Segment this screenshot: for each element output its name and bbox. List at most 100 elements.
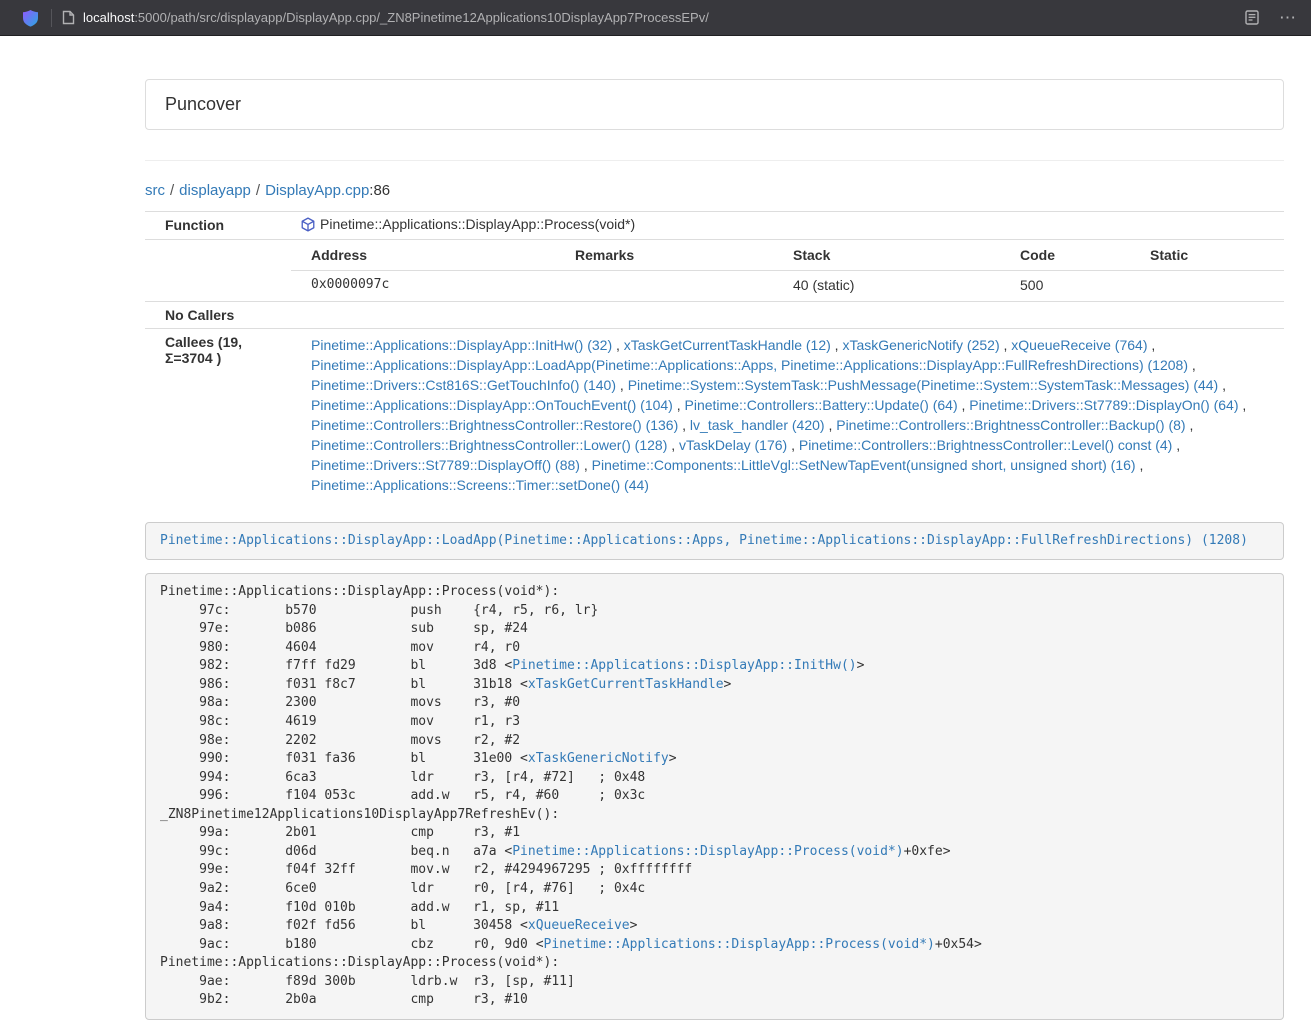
assembly-text: 994: 6ca3 ldr r3, [r4, #72] ; 0x48 [160,770,645,785]
function-name: Pinetime::Applications::DisplayApp::Proc… [320,216,635,232]
metrics-header-row: Address Remarks Stack Code Static [291,240,1284,271]
no-callers-label: No Callers [145,302,291,329]
callee-separator: , [1172,437,1180,453]
assembly-text: 98a: 2300 movs r3, #0 [160,695,520,710]
reader-mode-icon[interactable] [1245,10,1259,25]
callee-link[interactable]: Pinetime::Controllers::Battery::Update()… [685,397,958,413]
callee-link[interactable]: vTaskDelay (176) [679,437,787,453]
col-remarks: Remarks [567,240,785,271]
callee-link[interactable]: lv_task_handler (420) [690,417,825,433]
callee-link[interactable]: Pinetime::Drivers::St7789::DisplayOn() (… [969,397,1238,413]
remarks-value [567,271,785,302]
assembly-text: +0x54> [935,937,982,952]
code-value: 500 [1012,271,1142,302]
callee-separator: , [1239,397,1247,413]
assembly-symbol-link[interactable]: xTaskGetCurrentTaskHandle [528,677,724,692]
assembly-text: 982: f7ff fd29 bl 3d8 < [160,658,512,673]
url-host: localhost [83,10,134,25]
callee-separator: , [1136,457,1144,473]
callee-separator: , [1186,417,1194,433]
assembly-text: 986: f031 f8c7 bl 31b18 < [160,677,528,692]
toolbar-divider [51,9,52,27]
function-label: Function [145,212,291,240]
callee-link[interactable]: Pinetime::Applications::DisplayApp::OnTo… [311,397,673,413]
assembly-text: > [857,658,865,673]
assembly-text: Pinetime::Applications::DisplayApp::Proc… [160,584,559,599]
col-stack: Stack [785,240,1012,271]
assembly-text: 996: f104 053c add.w r5, r4, #60 ; 0x3c [160,788,645,803]
address-value: 0x0000097c [291,271,567,302]
callee-separator: , [787,437,799,453]
callee-link[interactable]: xTaskGetCurrentTaskHandle (12) [624,337,831,353]
highlighted-symbol-box: Pinetime::Applications::DisplayApp::Load… [145,522,1284,560]
callee-link[interactable]: Pinetime::Controllers::BrightnessControl… [311,437,667,453]
assembly-text: +0xfe> [904,844,951,859]
assembly-text: 97c: b570 push {r4, r5, r6, lr} [160,603,598,618]
callee-link[interactable]: xTaskGenericNotify (252) [842,337,999,353]
callee-separator: , [667,437,679,453]
browser-toolbar: localhost:5000/path/src/displayapp/Displ… [0,0,1311,36]
site-identity-page-icon[interactable] [62,10,75,25]
callee-link[interactable]: Pinetime::Applications::DisplayApp::Load… [311,357,1188,373]
col-code: Code [1012,240,1142,271]
callee-link[interactable]: Pinetime::Drivers::Cst816S::GetTouchInfo… [311,377,616,393]
callee-separator: , [678,417,690,433]
assembly-symbol-link[interactable]: Pinetime::Applications::DisplayApp::Init… [512,658,856,673]
callee-link[interactable]: Pinetime::Controllers::BrightnessControl… [799,437,1172,453]
callee-separator: , [1218,377,1226,393]
assembly-text: 9b2: 2b0a cmp r3, #10 [160,992,528,1007]
highlighted-symbol-link[interactable]: Pinetime::Applications::DisplayApp::Load… [160,533,1248,548]
callee-link[interactable]: xQueueReceive (764) [1011,337,1147,353]
callee-separator: , [612,337,624,353]
assembly-text: 99c: d06d beq.n a7a < [160,844,512,859]
assembly-text: 9a2: 6ce0 ldr r0, [r4, #76] ; 0x4c [160,881,645,896]
callee-link[interactable]: Pinetime::Controllers::BrightnessControl… [311,417,678,433]
breadcrumb-line-number: :86 [369,182,390,199]
callee-link[interactable]: Pinetime::Drivers::St7789::DisplayOff() … [311,457,580,473]
static-value [1142,271,1284,302]
assembly-text: 99e: f04f 32ff mov.w r2, #4294967295 ; 0… [160,862,692,877]
callee-link[interactable]: Pinetime::Components::LittleVgl::SetNewT… [592,457,1136,473]
assembly-text: _ZN8Pinetime12Applications10DisplayApp7R… [160,807,559,822]
breadcrumb-link-src[interactable]: src [145,182,165,199]
assembly-text: 97e: b086 sub sp, #24 [160,621,528,636]
assembly-symbol-link[interactable]: xQueueReceive [528,918,630,933]
callees-row: Callees (19, Σ=3704 ) Pinetime::Applicat… [145,329,1284,503]
url-path: :5000/path/src/displayapp/DisplayApp.cpp… [134,10,709,25]
callee-separator: , [825,417,837,433]
callee-link[interactable]: Pinetime::Applications::Screens::Timer::… [311,477,649,493]
assembly-text: 9a8: f02f fd56 bl 30458 < [160,918,528,933]
assembly-code: Pinetime::Applications::DisplayApp::Proc… [145,573,1284,1020]
callee-separator: , [1000,337,1012,353]
callee-separator: , [831,337,843,353]
tracking-protection-shield-icon[interactable] [22,9,39,27]
assembly-text: 99a: 2b01 cmp r3, #1 [160,825,520,840]
assembly-text: > [669,751,677,766]
breadcrumb: src/displayapp/DisplayApp.cpp:86 [145,181,1284,201]
assembly-text: Pinetime::Applications::DisplayApp::Proc… [160,955,559,970]
app-title-panel: Puncover [145,79,1284,130]
stack-value: 40 (static) [785,271,1012,302]
symbol-metrics-table: Address Remarks Stack Code Static 0x0000… [291,240,1284,301]
callee-link[interactable]: Pinetime::System::SystemTask::PushMessag… [628,377,1219,393]
url-bar[interactable]: localhost:5000/path/src/displayapp/Displ… [83,10,1233,25]
assembly-text: > [630,918,638,933]
callee-link[interactable]: Pinetime::Controllers::BrightnessControl… [836,417,1185,433]
callee-separator: , [616,377,628,393]
assembly-symbol-link[interactable]: Pinetime::Applications::DisplayApp::Proc… [512,844,903,859]
breadcrumb-link-file[interactable]: DisplayApp.cpp [265,182,369,199]
metrics-value-row: 0x0000097c 40 (static) 500 [291,271,1284,302]
assembly-symbol-link[interactable]: Pinetime::Applications::DisplayApp::Proc… [544,937,935,952]
callees-label: Callees (19, Σ=3704 ) [145,329,291,503]
metrics-row: Address Remarks Stack Code Static 0x0000… [145,240,1284,302]
breadcrumb-separator: / [170,182,174,199]
breadcrumb-link-displayapp[interactable]: displayapp [179,182,251,199]
callee-link[interactable]: Pinetime::Applications::DisplayApp::Init… [311,337,612,353]
assembly-symbol-link[interactable]: xTaskGenericNotify [528,751,669,766]
assembly-text: 98e: 2202 movs r2, #2 [160,733,520,748]
callee-separator: , [1188,357,1196,373]
col-static: Static [1142,240,1284,271]
page-actions-menu-icon[interactable]: ⋯ [1279,9,1297,26]
symbol-table: Function Pinetime::Applications::Display… [145,211,1284,502]
assembly-text: > [724,677,732,692]
